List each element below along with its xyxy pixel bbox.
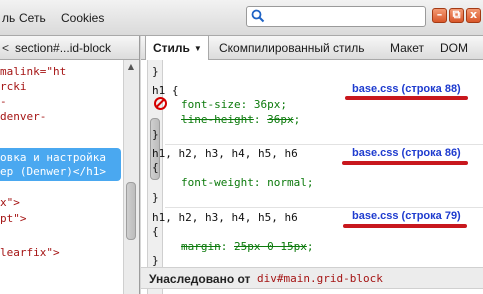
rule-close-brace: }: [152, 254, 159, 267]
close-button[interactable]: x: [466, 8, 481, 23]
property-name: margin: [181, 240, 221, 253]
rule-close-brace: }: [152, 191, 159, 204]
scroll-up-icon[interactable]: ▲: [123, 60, 139, 74]
annotation-underline: [342, 161, 468, 165]
property-line[interactable]: line-height: 36px;: [181, 113, 300, 126]
property-line[interactable]: margin: 25px 0 15px;: [181, 240, 313, 253]
property-line[interactable]: font-size: 36px;: [181, 98, 287, 111]
tree-line[interactable]: malink="ht: [0, 65, 66, 78]
rule-selector[interactable]: h1 {: [152, 84, 179, 97]
selected-node-line: ер (Denwer)</h1>: [0, 165, 106, 178]
selected-node-line: овка и настройка: [0, 151, 106, 164]
property-name: line-height: [181, 113, 254, 126]
tree-line[interactable]: rcki: [0, 80, 27, 93]
property-value: 36px: [253, 98, 281, 111]
rule-close-brace: }: [152, 128, 159, 141]
rule-open-brace: {: [152, 161, 159, 174]
menu-item-cookies[interactable]: Cookies: [61, 11, 104, 25]
tree-scrollbar[interactable]: [123, 60, 139, 294]
breadcrumb-back-arrow[interactable]: <: [2, 41, 9, 55]
tab-style-label: Стиль: [153, 41, 190, 55]
rule-divider: [165, 207, 483, 208]
tab-layout[interactable]: Макет: [390, 36, 424, 60]
top-toolbar: ль Сеть Cookies – ⧉ x: [0, 0, 483, 36]
tree-line[interactable]: x">: [0, 196, 20, 209]
style-tabs: Стиль ▼ Скомпилированный стиль Макет DOM: [141, 36, 483, 60]
selected-node[interactable]: овка и настройка ер (Denwer)</h1>: [0, 148, 121, 181]
rule-close-brace: }: [152, 65, 159, 78]
chevron-down-icon[interactable]: ▼: [194, 44, 202, 53]
property-value: 25px 0 15px: [234, 240, 307, 253]
property-line[interactable]: font-weight: normal;: [181, 176, 313, 189]
inherited-section-header: Унаследовано от div#main.grid-block: [141, 267, 483, 289]
tree-line[interactable]: pt">: [0, 212, 27, 225]
property-value: normal: [267, 176, 307, 189]
menu-item-network[interactable]: Сеть: [19, 11, 46, 25]
property-name: font-weight: [181, 176, 254, 189]
minimize-button[interactable]: –: [432, 8, 447, 23]
source-link[interactable]: base.css (строка 79): [352, 210, 461, 222]
tree-scroll-thumb[interactable]: [126, 182, 136, 240]
tab-dom[interactable]: DOM: [440, 36, 468, 60]
search-icon: [251, 9, 265, 23]
menu-item-console[interactable]: ль: [2, 11, 15, 25]
property-name: font-size: [181, 98, 241, 111]
rule-selector[interactable]: h1, h2, h3, h4, h5, h6: [152, 147, 298, 160]
inherited-element-link[interactable]: div#main.grid-block: [257, 272, 383, 285]
rule-divider: [165, 144, 483, 145]
restore-button[interactable]: ⧉: [449, 8, 464, 23]
property-value: 36px: [267, 113, 294, 126]
breadcrumb: < section#...id-block: [0, 36, 139, 60]
tree-line[interactable]: learfix">: [0, 246, 60, 259]
annotation-underline: [345, 96, 468, 100]
search-field[interactable]: [246, 6, 426, 27]
rule-open-brace: {: [152, 225, 159, 238]
tab-style[interactable]: Стиль ▼: [145, 36, 209, 60]
disabled-property-icon[interactable]: [154, 97, 167, 110]
search-input[interactable]: [269, 9, 419, 24]
source-link[interactable]: base.css (строка 86): [352, 147, 461, 159]
tree-line[interactable]: denver-: [0, 110, 46, 123]
annotation-underline: [343, 224, 467, 228]
styles-panel: } h1 { base.css (строка 88) font-size: 3…: [141, 60, 483, 294]
breadcrumb-current[interactable]: section#...id-block: [15, 41, 111, 55]
html-tree-panel: < section#...id-block malink="ht rcki - …: [0, 36, 140, 294]
tree-line[interactable]: -: [0, 95, 7, 108]
tab-computed-style[interactable]: Скомпилированный стиль: [219, 36, 365, 60]
source-link[interactable]: base.css (строка 88): [352, 83, 461, 95]
inherited-label: Унаследовано от: [149, 272, 251, 286]
rule-selector[interactable]: h1, h2, h3, h4, h5, h6: [152, 211, 298, 224]
